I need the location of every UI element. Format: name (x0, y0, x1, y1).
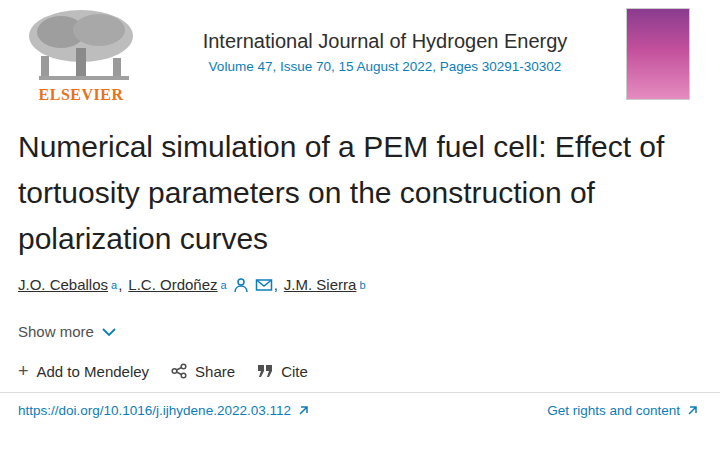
author: L.C. Ordoñez a, (128, 276, 278, 293)
action-button[interactable]: + Add to Mendeley (18, 362, 149, 380)
action-button[interactable]: Share (171, 362, 235, 380)
author-separator: , (274, 276, 278, 293)
journal-header: ELSEVIER International Journal of Hydroge… (0, 0, 720, 104)
article-title: Numerical simulation of a PEM fuel cell:… (18, 124, 668, 262)
affiliation-mark[interactable]: a (111, 279, 117, 291)
action-bar: + Add to Mendeley Share Cite (18, 362, 720, 380)
person-icon[interactable] (233, 277, 249, 293)
rights-text: Get rights and content (547, 403, 680, 418)
external-link-icon (686, 405, 698, 417)
publisher-name: ELSEVIER (39, 86, 124, 104)
author: J.M. Sierrab (284, 276, 367, 293)
chevron-down-icon (102, 327, 116, 337)
author-name[interactable]: J.M. Sierra (284, 276, 357, 293)
elsevier-logo[interactable]: ELSEVIER (18, 8, 144, 104)
show-more-label: Show more (18, 323, 94, 340)
author-name[interactable]: L.C. Ordoñez (128, 276, 217, 293)
share-icon (171, 363, 187, 379)
doi-text: https://doi.org/10.1016/j.ijhydene.2022.… (18, 403, 291, 418)
tree-icon (21, 8, 141, 84)
journal-title[interactable]: International Journal of Hydrogen Energy (203, 30, 568, 53)
show-more-button[interactable]: Show more (18, 323, 720, 340)
journal-issue[interactable]: Volume 47, Issue 70, 15 August 2022, Pag… (209, 59, 562, 74)
author-separator: , (118, 276, 122, 293)
quote-icon (257, 364, 273, 378)
affiliation-mark[interactable]: b (359, 279, 365, 291)
doi-link[interactable]: https://doi.org/10.1016/j.ijhydene.2022.… (18, 403, 309, 418)
plus-icon: + (18, 362, 29, 380)
affiliation-mark[interactable]: a (221, 279, 227, 291)
journal-cover[interactable] (626, 8, 690, 100)
external-link-icon (297, 405, 309, 417)
action-label: Add to Mendeley (37, 363, 150, 380)
rights-link[interactable]: Get rights and content (547, 403, 698, 418)
author: J.O. Ceballosa, (18, 276, 122, 293)
action-button[interactable]: Cite (257, 362, 308, 380)
author-list: J.O. Ceballosa,L.C. Ordoñeza,J.M. Sierra… (18, 276, 720, 293)
author-name[interactable]: J.O. Ceballos (18, 276, 108, 293)
link-bar: https://doi.org/10.1016/j.ijhydene.2022.… (0, 392, 720, 418)
envelope-icon[interactable] (255, 277, 273, 293)
action-label: Share (195, 363, 235, 380)
journal-info: International Journal of Hydrogen Energy… (144, 8, 626, 74)
action-label: Cite (281, 363, 308, 380)
article-page: ELSEVIER International Journal of Hydroge… (0, 0, 720, 464)
